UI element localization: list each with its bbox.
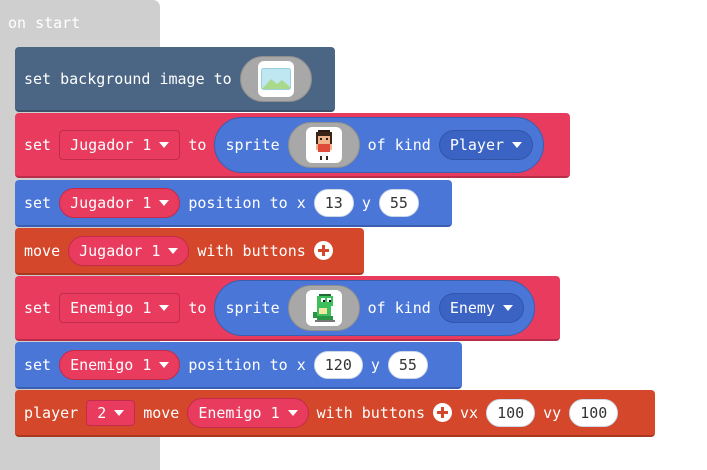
sprite-of-kind-reporter[interactable]: sprite of kind Player — [214, 116, 545, 173]
move-with-buttons-block[interactable]: move Jugador 1 with buttons — [15, 228, 364, 275]
y-value-input[interactable]: 55 — [378, 188, 419, 217]
chevron-down-icon — [512, 141, 523, 148]
vy-value-input[interactable]: 100 — [569, 398, 619, 427]
position-to-x-keyword: position to x — [188, 355, 306, 374]
set-keyword: set — [24, 135, 52, 154]
chevron-down-icon — [503, 304, 513, 311]
enemy-variable-label: Enemigo 1 — [70, 298, 152, 317]
enemy-sprite-picker[interactable] — [287, 284, 360, 331]
x-value-input[interactable]: 120 — [313, 350, 363, 379]
background-image-picker[interactable] — [239, 55, 312, 102]
enemy-variable-label: Enemigo 1 — [198, 403, 280, 422]
y-value-input[interactable]: 55 — [387, 350, 428, 379]
y-keyword: y — [370, 355, 380, 374]
x-value-input[interactable]: 13 — [313, 188, 354, 217]
player-move-with-buttons-block[interactable]: player 2 move Enemigo 1 with buttons vx … — [15, 390, 655, 437]
move-keyword: move — [143, 403, 180, 422]
set-keyword: set — [24, 193, 52, 212]
vy-keyword: vy — [543, 403, 562, 422]
set-enemy-position-block[interactable]: set Enemigo 1 position to x 120 y 55 — [15, 342, 462, 389]
to-keyword: to — [188, 298, 207, 317]
player-sprite-picker[interactable] — [287, 121, 360, 168]
chevron-down-icon — [287, 409, 298, 416]
with-buttons-keyword: with buttons — [197, 241, 306, 260]
on-start-label: on start — [8, 14, 81, 32]
to-keyword: to — [188, 135, 207, 154]
player-variable-label: Jugador 1 — [79, 241, 161, 260]
enemy-variable-label: Enemigo 1 — [70, 355, 152, 374]
enemy-variable-dropdown[interactable]: Enemigo 1 — [59, 349, 181, 380]
set-background-text: set background image to — [24, 69, 232, 88]
enemy-sprite-icon — [305, 289, 342, 326]
set-player-position-block[interactable]: set Jugador 1 position to x 13 y 55 — [15, 180, 452, 227]
player-variable-dropdown[interactable]: Jugador 1 — [59, 187, 181, 218]
of-kind-keyword: of kind — [367, 135, 431, 154]
chevron-down-icon — [159, 141, 170, 148]
player-kind-label: Player — [449, 135, 505, 154]
player-variable-dropdown[interactable]: Jugador 1 — [59, 129, 181, 160]
player-number-label: 2 — [97, 403, 107, 422]
player-keyword: player — [24, 403, 79, 422]
y-keyword: y — [361, 193, 371, 212]
enemy-variable-dropdown[interactable]: Enemigo 1 — [187, 397, 309, 428]
set-player-sprite-block[interactable]: set Jugador 1 to sprite of kind Player — [15, 113, 570, 178]
chevron-down-icon — [114, 409, 125, 416]
of-kind-keyword: of kind — [367, 298, 431, 317]
plus-circle-icon[interactable] — [433, 403, 452, 422]
chevron-down-icon — [159, 304, 170, 311]
sprite-keyword: sprite — [225, 298, 280, 317]
player-sprite-icon — [305, 126, 342, 163]
player-variable-label: Jugador 1 — [70, 135, 152, 154]
set-keyword: set — [24, 355, 52, 374]
enemy-kind-dropdown[interactable]: Enemy — [438, 292, 524, 323]
with-buttons-keyword: with buttons — [316, 403, 425, 422]
plus-circle-icon[interactable] — [313, 241, 333, 260]
player-kind-dropdown[interactable]: Player — [438, 129, 534, 160]
sprite-of-kind-reporter[interactable]: sprite of kind Enemy — [214, 279, 535, 336]
set-enemy-sprite-block[interactable]: set Enemigo 1 to sprite of kind Enemy — [15, 276, 560, 341]
vx-keyword: vx — [460, 403, 479, 422]
set-background-image-block[interactable]: set background image to — [15, 47, 335, 112]
player-number-dropdown[interactable]: 2 — [86, 399, 136, 426]
sprite-keyword: sprite — [225, 135, 280, 154]
chevron-down-icon — [159, 361, 170, 368]
chevron-down-icon — [159, 199, 170, 206]
player-variable-label: Jugador 1 — [70, 193, 152, 212]
landscape-image-icon — [257, 60, 294, 97]
player-variable-dropdown[interactable]: Jugador 1 — [68, 235, 190, 266]
vx-value-input[interactable]: 100 — [486, 398, 536, 427]
enemy-kind-label: Enemy — [449, 298, 495, 317]
enemy-variable-dropdown[interactable]: Enemigo 1 — [59, 292, 181, 323]
set-keyword: set — [24, 298, 52, 317]
position-to-x-keyword: position to x — [188, 193, 306, 212]
move-keyword: move — [24, 241, 61, 260]
chevron-down-icon — [168, 247, 179, 254]
